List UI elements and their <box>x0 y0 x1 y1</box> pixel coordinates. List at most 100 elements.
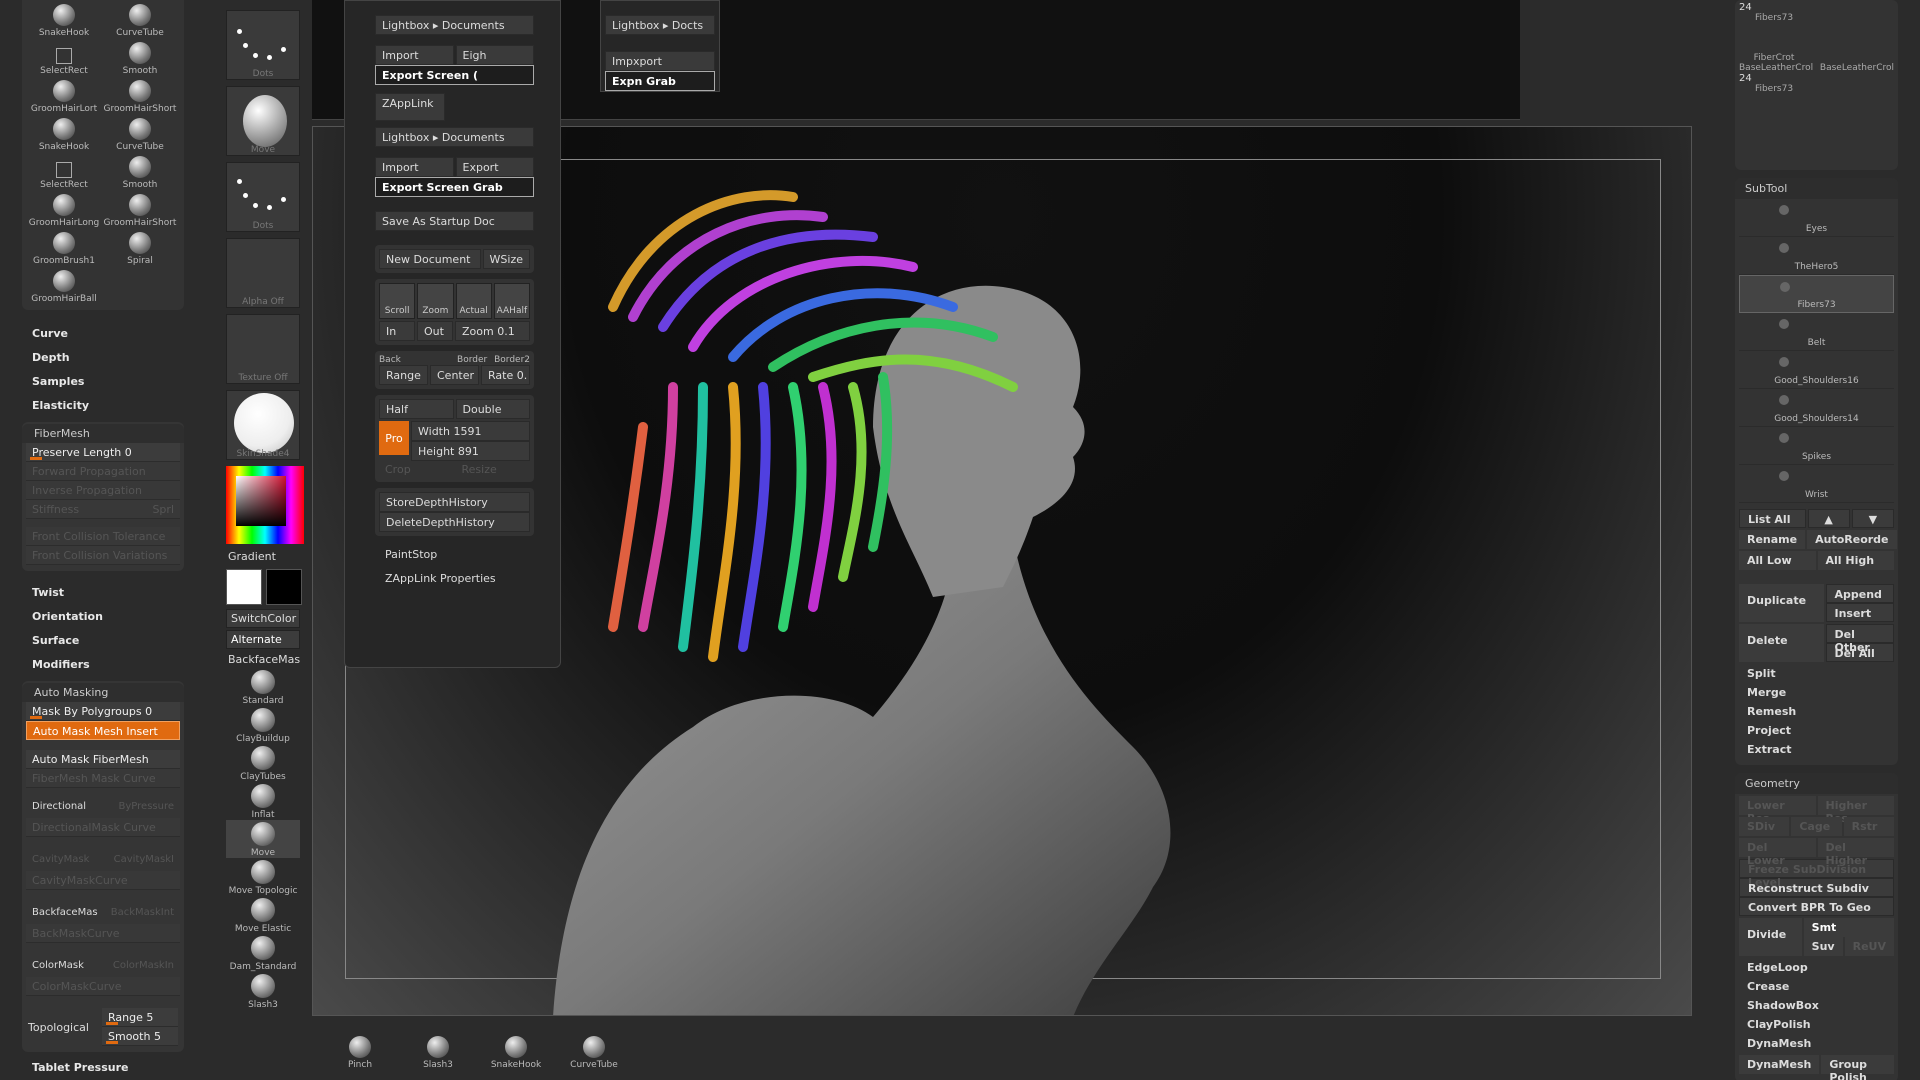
quick-brush-claytubes[interactable]: ClayTubes <box>226 744 300 782</box>
brush-move-thumb[interactable]: Move <box>226 86 300 156</box>
quick-brush-standard[interactable]: Standard <box>226 668 300 706</box>
switch-color-button[interactable]: SwitchColor <box>226 609 300 628</box>
cage-button[interactable]: Cage <box>1791 817 1842 836</box>
crop-button[interactable]: Crop <box>379 461 454 478</box>
quick-brush-slash3[interactable]: Slash3 <box>226 972 300 1010</box>
alternate-button[interactable]: Alternate <box>226 630 300 649</box>
stroke-dots-thumb-2[interactable]: Dots <box>226 162 300 232</box>
zoom-button[interactable]: Zoom <box>417 283 454 319</box>
visibility-toggle-icon[interactable] <box>1779 243 1789 253</box>
tool-thumb-fibers73[interactable]: Fibers73 <box>1739 13 1809 23</box>
lightbox-documents-button-top[interactable]: Lightbox ▸ Documents <box>375 15 534 35</box>
brush-snakehook-2[interactable]: SnakeHook <box>26 114 102 152</box>
directional-mask-curve[interactable]: DirectionalMask Curve <box>26 818 180 837</box>
divide-button[interactable]: Divide <box>1739 918 1802 956</box>
split-menu[interactable]: Split <box>1739 664 1894 683</box>
geometry-title[interactable]: Geometry <box>1735 773 1898 794</box>
color-saturation-square[interactable] <box>236 476 286 526</box>
brush-curvetube[interactable]: CurveTube <box>102 0 178 38</box>
import-button-top[interactable]: Import <box>375 45 454 65</box>
export-button[interactable]: Export <box>455 157 534 177</box>
base-leather-2[interactable]: BaseLeatherCrol <box>1820 63 1894 73</box>
forward-propagation-slider[interactable]: Forward Propagation <box>26 462 180 481</box>
zoom-in-button[interactable]: In <box>379 321 415 341</box>
brush-groomhairball[interactable]: GroomHairBall <box>26 266 102 304</box>
all-high-button[interactable]: All High <box>1817 551 1894 570</box>
subtool-spikes[interactable]: Spikes <box>1739 427 1894 465</box>
tool-thumb-fibercrot[interactable]: FiberCrot <box>1739 53 1809 63</box>
double-button[interactable]: Double <box>455 399 530 419</box>
zoom-slider[interactable]: Zoom 0.1 <box>455 321 530 341</box>
remesh-menu[interactable]: Remesh <box>1739 702 1894 721</box>
tool-thumb-fibers73-2[interactable]: Fibers73 <box>1739 84 1809 94</box>
project-menu[interactable]: Project <box>1739 721 1894 740</box>
lightbox-docs-button[interactable]: Lightbox ▸ Docts <box>605 15 715 35</box>
brush-groomhairshort-2[interactable]: GroomHairShort <box>102 190 178 228</box>
menu-elasticity[interactable]: Elasticity <box>22 394 184 418</box>
extract-menu[interactable]: Extract <box>1739 740 1894 759</box>
quick-brush-move[interactable]: Move <box>226 820 300 858</box>
smt-toggle[interactable]: Smt <box>1803 918 1894 937</box>
reuv-toggle[interactable]: ReUV <box>1844 937 1894 956</box>
visibility-toggle-icon[interactable] <box>1779 357 1789 367</box>
brush-smooth[interactable]: Smooth <box>102 38 178 76</box>
subtool-good-shoulders14[interactable]: Good_Shoulders14 <box>1739 389 1894 427</box>
border2-label[interactable]: Border2 <box>494 355 530 365</box>
brush-selectrect-2[interactable]: SelectRect <box>26 152 102 190</box>
del-other-button[interactable]: Del Other <box>1825 624 1894 654</box>
store-depth-history-button[interactable]: StoreDepthHistory <box>379 492 530 512</box>
rename-button[interactable]: Rename <box>1739 530 1806 549</box>
height-slider[interactable]: Height 891 <box>411 441 530 461</box>
pro-button[interactable]: Pro <box>379 421 409 455</box>
topological-button[interactable]: Topological <box>28 1021 102 1034</box>
zapplink-properties-menu[interactable]: ZAppLink Properties <box>375 566 534 590</box>
wsize-button[interactable]: WSize <box>482 249 530 269</box>
resize-button[interactable]: Resize <box>456 461 531 478</box>
export-grab-button[interactable]: Expn Grab <box>605 71 715 91</box>
brush-groombrush1[interactable]: GroomBrush1 <box>26 228 102 266</box>
color-mask-curve[interactable]: ColorMaskCurve <box>26 977 180 996</box>
new-document-button[interactable]: New Document <box>379 249 481 269</box>
menu-samples[interactable]: Samples <box>22 370 184 394</box>
del-lower-button[interactable]: Del Lower <box>1739 838 1816 867</box>
menu-modifiers[interactable]: Modifiers <box>22 653 184 677</box>
shelf-brush-curvetube[interactable]: CurveTube <box>566 1020 622 1080</box>
material-thumb[interactable]: SkinShade4 <box>226 390 300 460</box>
center-slider[interactable]: Center <box>430 365 479 385</box>
merge-menu[interactable]: Merge <box>1739 683 1894 702</box>
stroke-dots-thumb[interactable]: Dots <box>226 10 300 80</box>
visibility-toggle-icon[interactable] <box>1780 282 1790 292</box>
auto-masking-title[interactable]: Auto Masking <box>22 683 184 702</box>
rate-slider[interactable]: Rate 0. <box>481 365 530 385</box>
menu-tablet-pressure[interactable]: Tablet Pressure <box>22 1056 184 1080</box>
shelf-brush-pinch[interactable]: Pinch <box>332 1020 388 1080</box>
rstr-button[interactable]: Rstr <box>1843 817 1894 836</box>
crease-menu[interactable]: Crease <box>1739 977 1894 996</box>
higher-res-button[interactable]: Higher Res <box>1817 796 1894 825</box>
arrow-down-icon[interactable]: ▼ <box>1851 509 1894 528</box>
list-all-button[interactable]: List All <box>1739 509 1806 528</box>
quick-brush-claybuildup[interactable]: ClayBuildup <box>226 706 300 744</box>
auto-mask-mesh-insert-button[interactable]: Auto Mask Mesh Insert <box>26 721 180 740</box>
visibility-toggle-icon[interactable] <box>1779 471 1789 481</box>
menu-surface[interactable]: Surface <box>22 629 184 653</box>
duplicate-button[interactable]: Duplicate <box>1739 584 1824 622</box>
secondary-color-swatch[interactable] <box>266 569 302 605</box>
del-higher-button[interactable]: Del Higher <box>1817 838 1894 867</box>
suv-toggle[interactable]: Suv <box>1803 937 1843 956</box>
brush-snakehook[interactable]: SnakeHook <box>26 0 102 38</box>
delete-depth-history-button[interactable]: DeleteDepthHistory <box>379 512 530 532</box>
fibermesh-title[interactable]: FiberMesh <box>22 424 184 443</box>
insert-button[interactable]: Insert <box>1825 603 1894 622</box>
convert-bpr-button[interactable]: Convert BPR To Geo <box>1739 897 1894 916</box>
brush-groomhairlort[interactable]: GroomHairLort <box>26 76 102 114</box>
subtool-belt[interactable]: Belt <box>1739 313 1894 351</box>
append-button[interactable]: Append <box>1825 584 1894 603</box>
subtool-good-shoulders16[interactable]: Good_Shoulders16 <box>1739 351 1894 389</box>
half-button[interactable]: Half <box>379 399 454 419</box>
menu-twist[interactable]: Twist <box>22 581 184 605</box>
auto-reorder-button[interactable]: AutoReorde <box>1807 530 1897 549</box>
brush-curvetube-2[interactable]: CurveTube <box>102 114 178 152</box>
brush-smooth-2[interactable]: Smooth <box>102 152 178 190</box>
border-label[interactable]: Border <box>457 355 487 365</box>
